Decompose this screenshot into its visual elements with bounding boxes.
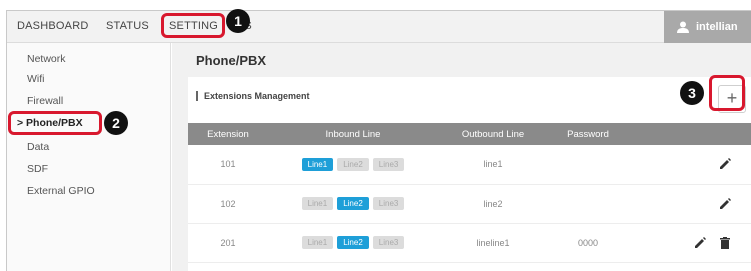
callout-setting-highlight bbox=[161, 13, 225, 38]
sidebar: Network Wifi Firewall > Phone/PBX Data S… bbox=[7, 43, 171, 271]
content-panel: Phone/PBX Extensions Management + Extens… bbox=[180, 43, 751, 271]
table-row: 201 Line1 Line2 Line3 lineline1 0000 bbox=[188, 223, 751, 263]
sidebar-item-external-gpio[interactable]: External GPIO bbox=[27, 185, 95, 197]
header-outbound-line: Outbound Line bbox=[461, 128, 525, 140]
line-toggle[interactable]: Line2 bbox=[337, 236, 369, 249]
user-name: intellian bbox=[696, 21, 738, 33]
cell-inbound: Line1 Line2 Line3 bbox=[268, 145, 438, 185]
table-row: 102 Line1 Line2 Line3 line2 bbox=[188, 184, 751, 224]
user-menu[interactable]: intellian bbox=[664, 11, 751, 43]
table-row: 101 Line1 Line2 Line3 line1 bbox=[188, 145, 751, 185]
cell-inbound: Line1 Line2 Line3 bbox=[268, 223, 438, 263]
table-header-row: Extension Inbound Line Outbound Line Pas… bbox=[188, 123, 751, 145]
section-title: Extensions Management bbox=[196, 91, 310, 101]
callout-badge-3: 3 bbox=[680, 81, 704, 105]
line-toggle[interactable]: Line1 bbox=[301, 197, 334, 210]
line-toggle[interactable]: Line1 bbox=[301, 157, 334, 171]
line-toggle[interactable]: Line2 bbox=[337, 197, 369, 210]
cell-actions bbox=[628, 223, 751, 263]
edit-icon[interactable] bbox=[693, 236, 707, 250]
cell-outbound: line1 bbox=[438, 145, 548, 185]
cell-extension: 102 bbox=[188, 184, 268, 224]
line-toggle[interactable]: Line3 bbox=[372, 157, 405, 171]
header-extension: Extension bbox=[207, 128, 249, 140]
top-navigation: DASHBOARD STATUS SETTING LS intellian bbox=[7, 11, 751, 43]
trash-icon[interactable] bbox=[718, 236, 732, 250]
callout-badge-2: 2 bbox=[104, 111, 128, 135]
user-icon bbox=[677, 21, 689, 33]
cell-outbound: line2 bbox=[438, 184, 548, 224]
sidebar-item-network[interactable]: Network bbox=[27, 53, 66, 65]
callout-badge-1: 1 bbox=[226, 9, 250, 33]
header-inbound-line: Inbound Line bbox=[325, 128, 381, 140]
cell-actions bbox=[628, 145, 751, 185]
cell-password bbox=[548, 184, 628, 224]
line-toggle[interactable]: Line1 bbox=[301, 236, 334, 249]
callout-phone-pbx-highlight bbox=[8, 111, 102, 135]
edit-icon[interactable] bbox=[718, 157, 732, 171]
sidebar-item-wifi[interactable]: Wifi bbox=[27, 73, 45, 85]
extensions-card: Extensions Management + Extension Inboun… bbox=[188, 77, 751, 271]
line-toggle[interactable]: Line3 bbox=[372, 197, 405, 210]
cell-extension: 201 bbox=[188, 223, 268, 263]
cell-password bbox=[548, 145, 628, 185]
header-password: Password bbox=[567, 128, 609, 140]
edit-icon[interactable] bbox=[718, 197, 732, 211]
cell-password: 0000 bbox=[548, 223, 628, 263]
cell-outbound: lineline1 bbox=[438, 223, 548, 263]
sidebar-item-data[interactable]: Data bbox=[27, 141, 49, 153]
sidebar-item-firewall[interactable]: Firewall bbox=[27, 95, 63, 107]
cell-actions bbox=[628, 184, 751, 224]
cell-extension: 101 bbox=[188, 145, 268, 185]
app-window: DASHBOARD STATUS SETTING LS intellian Ne… bbox=[6, 10, 751, 271]
main-content: Phone/PBX Extensions Management + Extens… bbox=[172, 43, 751, 271]
cell-inbound: Line1 Line2 Line3 bbox=[268, 184, 438, 224]
nav-status[interactable]: STATUS bbox=[106, 20, 149, 32]
sidebar-item-sdf[interactable]: SDF bbox=[27, 163, 48, 175]
line-toggle[interactable]: Line3 bbox=[372, 236, 405, 249]
header-actions bbox=[628, 123, 751, 145]
line-toggle[interactable]: Line2 bbox=[337, 157, 369, 171]
extensions-table: Extension Inbound Line Outbound Line Pas… bbox=[188, 123, 751, 263]
page-title: Phone/PBX bbox=[196, 53, 267, 68]
callout-add-highlight bbox=[709, 75, 745, 111]
nav-dashboard[interactable]: DASHBOARD bbox=[17, 20, 88, 32]
